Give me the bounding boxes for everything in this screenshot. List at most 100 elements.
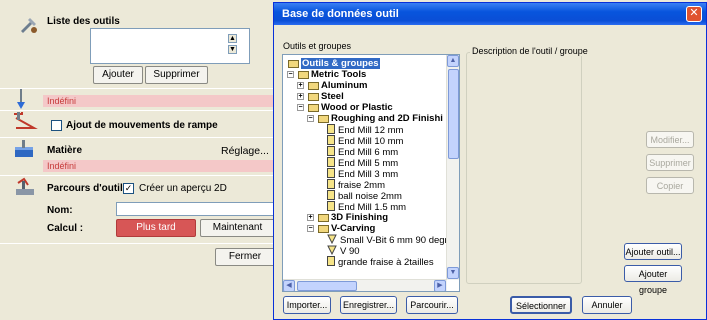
scroll-right-icon[interactable]: ▶: [434, 280, 446, 291]
spin-down-button[interactable]: ▼: [228, 45, 237, 54]
tree-node-label: Wood or Plastic: [321, 102, 393, 113]
scroll-down-icon[interactable]: ▼: [447, 267, 459, 279]
folder-icon: [317, 212, 329, 222]
tree-node-label: Metric Tools: [311, 69, 367, 80]
tree-node[interactable]: − Metric Tools: [287, 69, 367, 80]
name-input[interactable]: [116, 202, 274, 216]
tree-node[interactable]: End Mill 12 mm: [327, 124, 403, 136]
close-icon[interactable]: ✕: [686, 6, 702, 22]
tool-list[interactable]: [90, 28, 250, 64]
close-panel-button[interactable]: Fermer: [215, 248, 275, 266]
folder-icon: [317, 223, 329, 233]
remove-tool-button[interactable]: Supprimer: [145, 66, 208, 84]
ramp-label: Ajout de mouvements de rampe: [66, 120, 218, 131]
tree-node-label: Steel: [321, 91, 344, 102]
settings-link[interactable]: Réglage...: [221, 145, 269, 157]
modify-button[interactable]: Modifier...: [646, 131, 694, 148]
ramp-checkbox[interactable]: [51, 120, 62, 131]
material-label: Matière: [47, 145, 83, 156]
collapse-icon[interactable]: −: [307, 115, 314, 122]
collapse-icon[interactable]: −: [307, 225, 314, 232]
preview-label: Créer un aperçu 2D: [139, 183, 227, 194]
tree-node[interactable]: End Mill 5 mm: [327, 157, 398, 169]
tree-node[interactable]: End Mill 6 mm: [327, 146, 398, 158]
folder-icon: [307, 80, 319, 90]
tree-node[interactable]: End Mill 10 mm: [327, 135, 403, 147]
material-icon: [15, 140, 33, 157]
tree-node[interactable]: +3D Finishing: [307, 212, 388, 223]
tree-vertical-scrollbar[interactable]: ▲ ▼: [446, 55, 459, 280]
undefined-warning-2: Indéfini: [43, 160, 273, 172]
tree-node[interactable]: − V-Carving: [307, 223, 375, 234]
dialog-title: Base de données outil: [282, 8, 399, 20]
later-button[interactable]: Plus tard: [116, 219, 196, 237]
dialog-titlebar[interactable]: Base de données outil ✕: [274, 3, 706, 25]
depth-icon: [17, 89, 25, 109]
tool-icon: [327, 146, 335, 156]
folder-icon: [297, 69, 309, 79]
delete-button[interactable]: Supprimer: [646, 154, 694, 171]
tool-panel: Liste des outils ▲ ▼ Ajouter Supprimer I…: [0, 0, 275, 320]
scroll-left-icon[interactable]: ◀: [283, 280, 295, 291]
tree-node[interactable]: + Aluminum: [297, 80, 367, 91]
collapse-icon[interactable]: −: [297, 104, 304, 111]
tree-node[interactable]: − Wood or Plastic: [297, 102, 393, 113]
tools-icon: [21, 18, 37, 33]
tree-node[interactable]: V 90: [327, 245, 360, 257]
import-button[interactable]: Importer...: [283, 296, 331, 314]
tree-node[interactable]: + Steel: [297, 91, 344, 102]
divider: [0, 110, 275, 111]
add-group-button[interactable]: Ajouter groupe: [624, 265, 682, 295]
tree-node[interactable]: fraise 2mm: [327, 179, 385, 191]
expand-icon[interactable]: +: [297, 93, 304, 100]
add-tool-dialog-button[interactable]: Ajouter outil...: [624, 243, 682, 260]
description-label: Description de l'outil / groupe: [470, 46, 590, 56]
tool-icon: [327, 157, 335, 167]
tool-icon: [327, 124, 335, 134]
divider: [0, 175, 275, 176]
tree-node[interactable]: Outils & groupes: [287, 58, 380, 69]
tree-node-label: Outils & groupes: [301, 58, 380, 69]
collapse-icon[interactable]: −: [287, 71, 294, 78]
tools-tree[interactable]: Outils & groupes − Metric Tools + Aluminum + S…: [282, 54, 460, 292]
cancel-button[interactable]: Annuler: [582, 296, 632, 314]
tree-node[interactable]: − Roughing and 2D Finishi: [307, 113, 443, 124]
divider: [0, 137, 275, 138]
calc-label: Calcul :: [47, 223, 84, 234]
scroll-up-icon[interactable]: ▲: [447, 55, 459, 67]
divider: [0, 243, 275, 244]
select-button[interactable]: Sélectionner: [510, 296, 572, 314]
tool-list-label: Liste des outils: [47, 16, 120, 27]
scroll-thumb[interactable]: [448, 69, 459, 159]
tree-node-label: Roughing and 2D Finishi: [331, 113, 443, 124]
add-tool-button[interactable]: Ajouter: [93, 66, 143, 84]
expand-icon[interactable]: +: [307, 214, 314, 221]
copy-button[interactable]: Copier: [646, 177, 694, 194]
tree-node[interactable]: End Mill 1.5 mm: [327, 201, 406, 213]
tool-database-dialog: Base de données outil ✕ Outils et groupe…: [273, 2, 707, 320]
toolpaths-label: Parcours d'outils: [47, 183, 129, 194]
scroll-thumb[interactable]: [297, 281, 357, 291]
folder-icon: [307, 91, 319, 101]
tree-horizontal-scrollbar[interactable]: ◀ ▶: [283, 279, 447, 291]
now-button[interactable]: Maintenant: [200, 219, 275, 237]
tree-node-label: 3D Finishing: [331, 212, 388, 223]
folder-icon: [287, 58, 299, 68]
spin-up-button[interactable]: ▲: [228, 34, 237, 43]
browse-button[interactable]: Parcourir...: [406, 296, 458, 314]
tool-icon: [327, 256, 335, 266]
save-button[interactable]: Enregistrer...: [340, 296, 397, 314]
tree-node[interactable]: grande fraise à 2tailles: [327, 256, 434, 268]
tool-icon: [327, 168, 335, 178]
vbit-icon: [327, 234, 337, 245]
tree-node-label: grande fraise à 2tailles: [338, 257, 434, 268]
folder-icon: [317, 113, 329, 123]
folder-icon: [307, 102, 319, 112]
toolpaths-icon: [16, 177, 34, 195]
tree-node[interactable]: End Mill 3 mm: [327, 168, 398, 180]
ramp-icon: [14, 112, 38, 129]
tree-node[interactable]: ball noise 2mm: [327, 190, 402, 202]
tree-node[interactable]: Small V-Bit 6 mm 90 degre: [327, 234, 453, 246]
preview-checkbox[interactable]: ✓: [123, 183, 134, 194]
expand-icon[interactable]: +: [297, 82, 304, 89]
